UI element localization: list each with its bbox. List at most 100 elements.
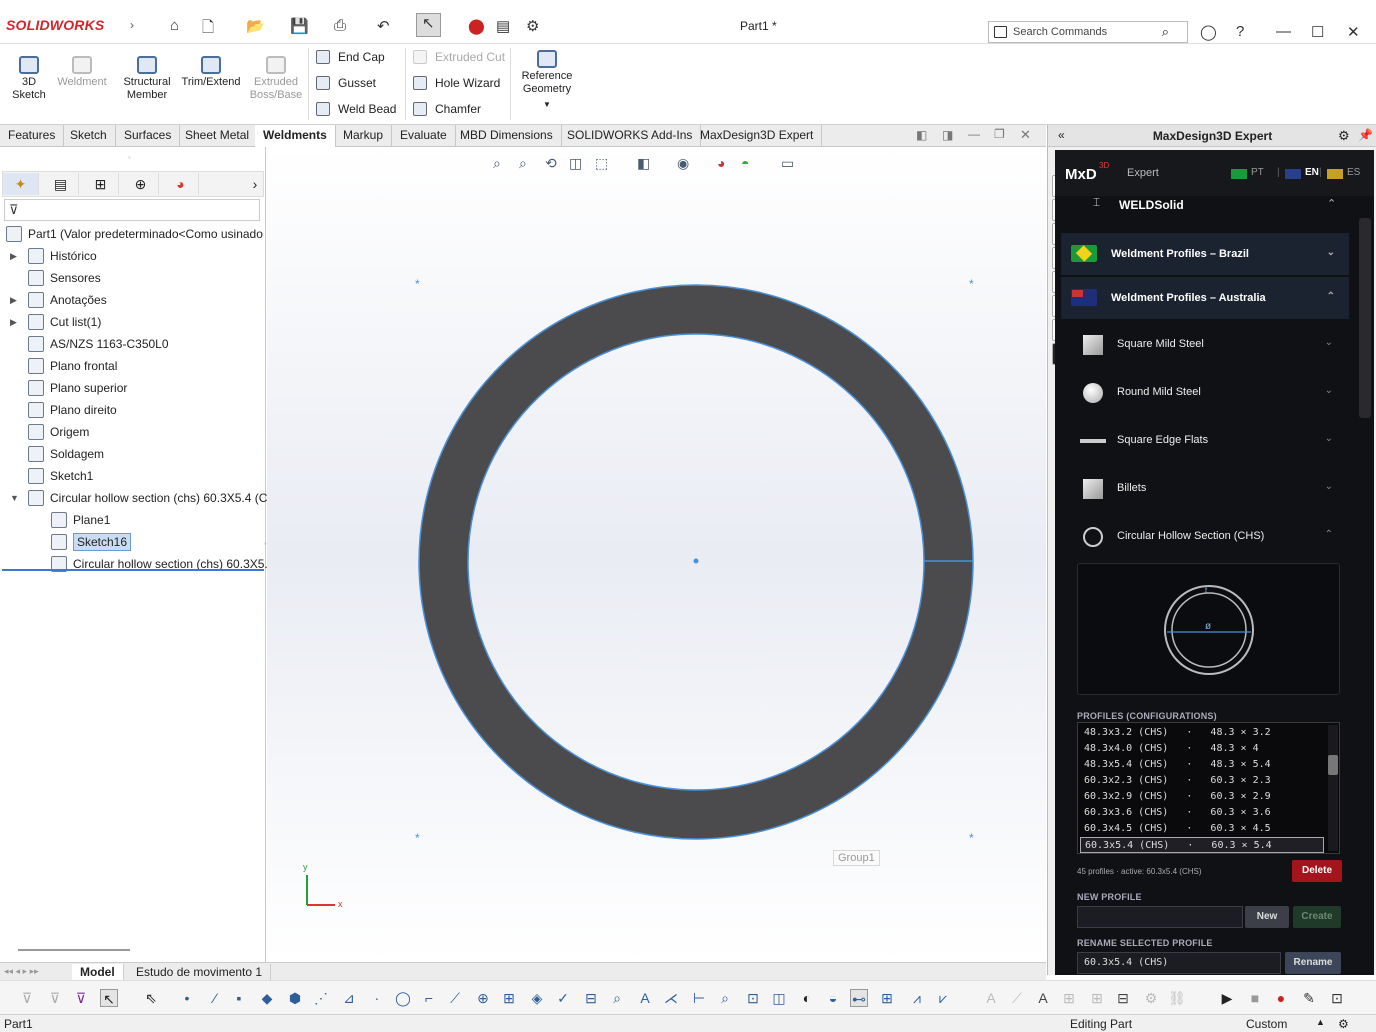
search-icon[interactable]: ⌕ (1162, 24, 1169, 40)
tree-collapse-icon[interactable]: ▼ (10, 488, 20, 508)
tab-sketch[interactable]: Sketch (62, 125, 116, 147)
section-icon[interactable]: ◫ (770, 989, 788, 1007)
edit-disabled-icon[interactable]: ⟋ (1008, 989, 1026, 1007)
doc-restore-icon[interactable]: ❐ (994, 127, 1005, 141)
maximize-icon[interactable]: ☐ (1311, 23, 1324, 41)
select-icon[interactable]: ↖ (416, 13, 441, 37)
zoom-icon[interactable]: ⌕ (716, 989, 734, 1007)
rename-button[interactable]: Rename (1285, 952, 1341, 974)
sketch-center-point[interactable] (693, 558, 699, 564)
fill-icon[interactable]: ◈ (528, 989, 546, 1007)
structural-member-button[interactable]: Structural Member (118, 56, 176, 102)
close-window-icon[interactable]: ✕ (1347, 23, 1360, 41)
status-units[interactable]: Custom (1246, 1017, 1287, 1031)
feature-manager-tab-icon[interactable]: ✦ (3, 173, 39, 195)
new-button[interactable]: New (1245, 906, 1289, 928)
tree-item[interactable]: Sensores (0, 268, 264, 288)
tree-item[interactable]: Part1 (Valor predeterminado<Como usinado (0, 224, 264, 244)
mxd-scrollbar[interactable] (1359, 218, 1371, 418)
tab-surfaces[interactable]: Surfaces (116, 125, 181, 147)
check-icon[interactable]: ✓ (554, 989, 572, 1007)
tree-item[interactable]: Plano superior (0, 378, 264, 398)
arc-icon[interactable]: ◆ (258, 989, 276, 1007)
3d-sketch-button[interactable]: 3D Sketch (8, 56, 50, 102)
filter-faces-icon[interactable]: ⊽ (46, 989, 64, 1007)
relations-icon[interactable]: ⊢ (690, 989, 708, 1007)
weldsolid-header[interactable]: ⌶ WELDSolid ⌃ (1061, 195, 1349, 216)
rectangle-icon[interactable]: ▪ (230, 989, 248, 1007)
tree-expand-icon[interactable]: ▶ (10, 312, 20, 332)
corner-icon[interactable]: ⌐ (420, 989, 438, 1007)
tab-model[interactable]: Model (72, 964, 124, 980)
group-label[interactable]: Group1 (833, 850, 880, 866)
note-icon[interactable]: A (1034, 989, 1052, 1007)
tree-item[interactable]: ▶ Anotações (0, 290, 264, 310)
profiles-list[interactable]: 48.3x3.2 (CHS) · 48.3 × 3.2 48.3x4.0 (CHS… (1077, 722, 1340, 854)
profile-row[interactable]: 48.3x3.2 (CHS) · 48.3 × 3.2 (1084, 725, 1324, 741)
horizontal-scrollbar[interactable] (18, 949, 130, 951)
tab-markup[interactable]: Markup (335, 125, 393, 147)
new-document-icon[interactable]: 🗋 (202, 17, 214, 42)
filter-toggle-icon[interactable]: ⊽ (72, 989, 90, 1007)
rename-input[interactable]: 60.3x5.4 (CHS) (1077, 952, 1281, 974)
dimxpert-tab-icon[interactable]: ⊕ (123, 173, 159, 195)
weld-bead-button[interactable]: Weld Bead (316, 102, 396, 116)
category-billet[interactable]: Billets ⌄ (1061, 465, 1349, 513)
filter-icon[interactable]: ⊽ (18, 989, 36, 1007)
section-brazil[interactable]: Weldment Profiles – Brazil ⌄ (1061, 233, 1349, 275)
rebuild-status-icon[interactable]: ⚙ (1338, 1017, 1349, 1031)
tree-item[interactable]: Origem (0, 422, 264, 442)
save-icon[interactable]: 💾 (290, 17, 309, 35)
new-profile-input[interactable] (1077, 906, 1243, 928)
smart-dim-icon[interactable]: ⋌ (662, 989, 680, 1007)
pane-settings-icon[interactable]: ⚙ (1338, 128, 1350, 144)
extruded-cut-button[interactable]: Extruded Cut (413, 50, 505, 64)
graphics-area[interactable]: ⌕ ⌕ ⟲ ◫ ⬚ ◧ ◉ ◕ ◓ ▭ * * * * x y Group1 (267, 147, 1046, 962)
tab-mbd-dimensions[interactable]: MBD Dimensions (452, 125, 562, 147)
property-manager-tab-icon[interactable]: ▤ (43, 173, 79, 195)
tree-item[interactable]: AS/NZS 1163-C350L0 (0, 334, 264, 354)
doc-minimize-icon[interactable]: — (968, 127, 980, 141)
tree-item[interactable]: Sketch1 (0, 466, 264, 486)
file-properties-icon[interactable]: ▤ (496, 17, 510, 35)
print-icon[interactable]: ⎙ (334, 17, 346, 34)
reference-geometry-button[interactable]: Reference Geometry ▼ (516, 50, 578, 111)
profile-row[interactable]: 60.3x2.3 (CHS) · 60.3 × 2.3 (1084, 773, 1324, 789)
gusset-button[interactable]: Gusset (316, 76, 376, 90)
record-icon[interactable]: ● (1272, 989, 1290, 1007)
category-square[interactable]: Square Mild Steel ⌄ (1061, 321, 1349, 369)
tree-expand-icon[interactable]: ▶ (10, 246, 20, 266)
tool2-disabled-icon[interactable]: ⊞ (1088, 989, 1106, 1007)
profile-row[interactable]: 60.3x2.9 (CHS) · 60.3 × 2.9 (1084, 789, 1324, 805)
lang-en[interactable]: EN (1305, 167, 1319, 178)
text-icon[interactable]: A (636, 989, 654, 1007)
tree-expand-icon[interactable]: ▶ (10, 290, 20, 310)
tab-sheet-metal[interactable]: Sheet Metal (177, 125, 259, 147)
tree-item[interactable]: Soldagem (0, 444, 264, 464)
lang-pt[interactable]: PT (1251, 167, 1264, 178)
hole-wizard-button[interactable]: Hole Wizard (413, 76, 500, 90)
circle-icon[interactable]: ◯ (394, 989, 412, 1007)
profile-row[interactable]: 48.3x5.4 (CHS) · 48.3 × 5.4 (1084, 757, 1324, 773)
macro-edit-icon[interactable]: ✎ (1300, 989, 1318, 1007)
plane-icon[interactable]: ⊿ (340, 989, 358, 1007)
profile-row[interactable]: 60.3x5.4 (CHS) · 60.3 × 5.4 (1080, 837, 1324, 853)
tree-item[interactable]: Plane1 (0, 510, 264, 530)
tree-filter-input[interactable]: ⊽ (4, 199, 260, 221)
tab-maxdesign3d-expert[interactable]: MaxDesign3D Expert (692, 125, 823, 147)
end-cap-button[interactable]: End Cap (316, 50, 385, 64)
create-button[interactable]: Create (1293, 906, 1341, 928)
model-graphics[interactable]: * * * * x y (267, 147, 1046, 962)
tab-solidworks-addins[interactable]: SOLIDWORKS Add-Ins (559, 125, 702, 147)
section-australia[interactable]: Weldment Profiles – Australia ⌃ (1061, 277, 1349, 319)
sketch-point-icon[interactable]: ∙ (368, 989, 386, 1007)
solidworks-logo[interactable]: SOLIDWORKS (6, 17, 104, 33)
hide-icon[interactable]: ◒ (824, 989, 842, 1007)
profile-row[interactable]: 60.3x3.6 (CHS) · 60.3 × 3.6 (1084, 805, 1324, 821)
category-round[interactable]: Round Mild Steel ⌄ (1061, 369, 1349, 417)
tab-features[interactable]: Features (0, 125, 65, 147)
search-input[interactable]: Search Commands (1013, 26, 1107, 38)
tab-motion-study[interactable]: Estudo de movimento 1 (128, 964, 272, 980)
dimension-icon[interactable]: ⊟ (582, 989, 600, 1007)
extruded-boss-button[interactable]: Extruded Boss/Base (246, 56, 306, 102)
